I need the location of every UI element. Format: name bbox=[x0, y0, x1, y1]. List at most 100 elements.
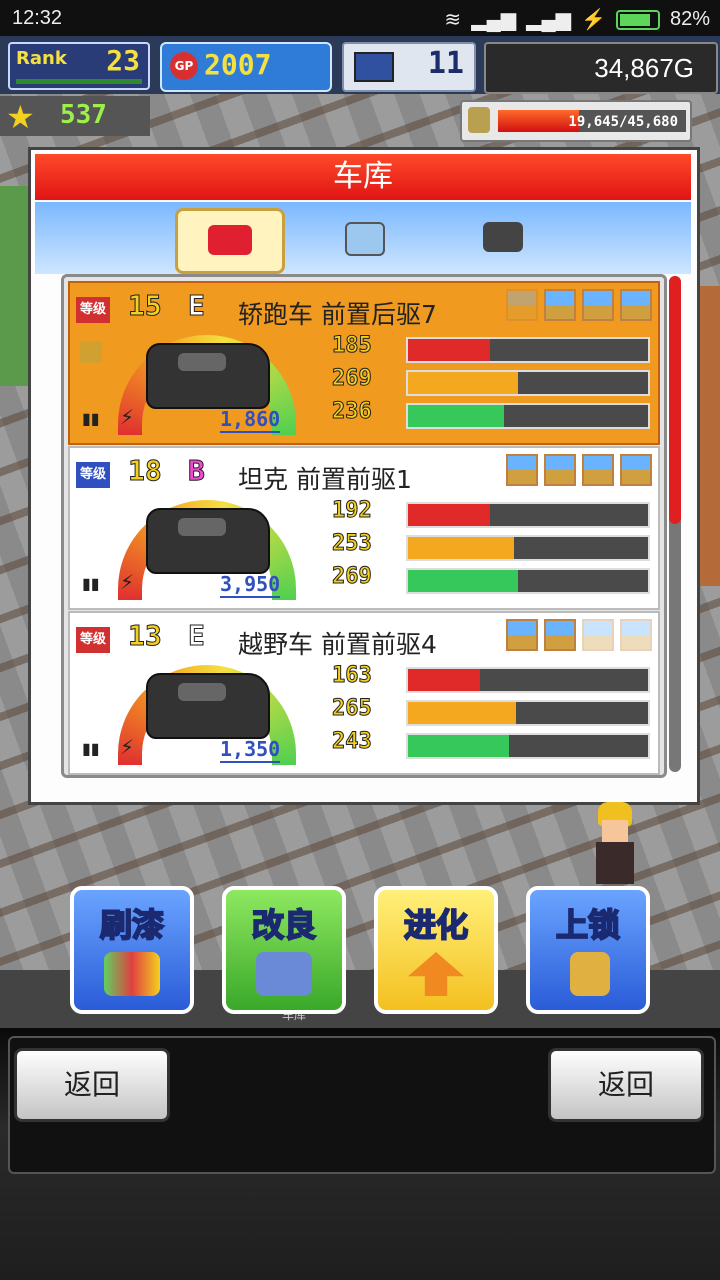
terrain-icons bbox=[506, 619, 652, 651]
car-row[interactable]: 等级 13 E 越野车 前置前驱4 ▮▮ ⚡ 1,350 163 265 243 bbox=[68, 611, 660, 775]
star-icon: ★ bbox=[6, 98, 35, 136]
staff-count: 11 bbox=[427, 46, 464, 81]
paint-button[interactable]: 刷漆 bbox=[70, 886, 194, 1014]
status-bar: 12:32 ≋ ▂▄▆ ▂▄▆ ⚡ 82% bbox=[0, 0, 720, 36]
rank-panel: Rank 23 bbox=[8, 42, 150, 90]
charging-icon: ⚡ bbox=[581, 9, 606, 31]
terrain-icons bbox=[506, 289, 652, 321]
car-name: 越野车 前置前驱4 bbox=[238, 630, 437, 659]
bolt-icon: ⚡ bbox=[120, 570, 135, 594]
bolt-icon: ⚡ bbox=[120, 405, 135, 429]
car-price: 1,350 bbox=[220, 737, 281, 763]
stat-row: 269 bbox=[332, 564, 652, 596]
car-stats: 185 269 236 bbox=[332, 333, 652, 432]
status-icons: ≋ ▂▄▆ ▂▄▆ ⚡ 82% bbox=[444, 7, 710, 32]
terrain-icon bbox=[582, 289, 614, 321]
improve-button[interactable]: 改良 bbox=[222, 886, 346, 1014]
car-level: 13 bbox=[128, 619, 163, 653]
garage-tab-bar bbox=[35, 202, 691, 274]
terrain-icon bbox=[620, 454, 652, 486]
terrain-icon bbox=[582, 454, 614, 486]
stat-value: 163 bbox=[332, 663, 373, 689]
money-value: 34,867G bbox=[594, 53, 694, 83]
terrain-icon bbox=[544, 289, 576, 321]
stat-bar bbox=[406, 337, 650, 363]
battery-icon: ▮▮ bbox=[82, 574, 100, 593]
battery-icon: ▮▮ bbox=[82, 739, 100, 758]
stat-value: 253 bbox=[332, 531, 373, 557]
list-scrollbar[interactable] bbox=[669, 276, 681, 772]
paint-cans-icon bbox=[104, 952, 160, 996]
stat-value: 269 bbox=[332, 366, 373, 392]
gp-panel[interactable]: GP 2007 bbox=[160, 42, 332, 92]
dialog-title: 车库 bbox=[35, 154, 691, 200]
stat-bar bbox=[406, 568, 650, 594]
car-name: 轿跑车 前置后驱7 bbox=[238, 300, 437, 329]
terrain-icon bbox=[620, 619, 652, 651]
stat-value: 265 bbox=[332, 696, 373, 722]
coin-stack-icon bbox=[468, 107, 490, 133]
wifi-icon: ≋ bbox=[444, 9, 462, 31]
level-tag: 等级 bbox=[76, 297, 110, 323]
gp-value: 2007 bbox=[204, 48, 272, 81]
evolve-button[interactable]: 进化 bbox=[374, 886, 498, 1014]
staff-panel[interactable]: 11 bbox=[342, 42, 476, 92]
car-row[interactable]: 等级 15 E 轿跑车 前置后驱7 ▮▮ ⚡ 1,860 185 269 236 bbox=[68, 281, 660, 445]
car-name: 坦克 前置前驱1 bbox=[238, 465, 412, 494]
staff-character[interactable] bbox=[592, 802, 638, 884]
lock-button[interactable]: 上锁 bbox=[526, 886, 650, 1014]
signal-icon: ▂▄▆ bbox=[471, 9, 517, 31]
level-tag: 等级 bbox=[76, 627, 110, 653]
stat-row: 253 bbox=[332, 531, 652, 563]
gp-badge-icon: GP bbox=[170, 52, 198, 80]
paint-label: 刷漆 bbox=[99, 905, 165, 945]
stat-bar bbox=[406, 667, 650, 693]
stars-value: 537 bbox=[60, 100, 107, 130]
terrain-icon bbox=[506, 289, 538, 321]
stat-bar bbox=[406, 733, 650, 759]
battery-icon bbox=[615, 9, 660, 30]
car-level: 18 bbox=[128, 454, 163, 488]
tab-engine[interactable] bbox=[453, 208, 557, 268]
back-button-left[interactable]: 返回 bbox=[14, 1048, 170, 1122]
capacity-panel: 19,645/45,680 bbox=[460, 100, 692, 142]
computer-icon bbox=[354, 52, 394, 82]
money-panel: 34,867G bbox=[484, 42, 718, 94]
car-grade: E bbox=[188, 289, 206, 323]
status-time: 12:32 bbox=[12, 7, 63, 29]
stat-row: 163 bbox=[332, 663, 652, 695]
stat-value: 243 bbox=[332, 729, 373, 755]
stat-value: 192 bbox=[332, 498, 373, 524]
car-row[interactable]: 等级 18 B 坦克 前置前驱1 ▮▮ ⚡ 3,950 192 253 269 bbox=[68, 446, 660, 610]
terrain-icon bbox=[506, 454, 538, 486]
car-sprite bbox=[146, 673, 270, 739]
car-icon bbox=[208, 225, 252, 255]
bolt-icon: ⚡ bbox=[120, 735, 135, 759]
padlock-icon bbox=[570, 952, 610, 996]
lock-icon bbox=[80, 341, 102, 363]
stat-row: 243 bbox=[332, 729, 652, 761]
back-button-right[interactable]: 返回 bbox=[548, 1048, 704, 1122]
stat-bar bbox=[406, 700, 650, 726]
garage-dialog: 车库 等级 15 E 轿跑车 前置后驱7 ▮▮ ⚡ 1,860 185 269 236 等级… bbox=[28, 147, 700, 805]
terrain-icons bbox=[506, 454, 652, 486]
tab-paint[interactable] bbox=[315, 208, 419, 268]
rank-label: Rank bbox=[16, 48, 67, 69]
level-tag: 等级 bbox=[76, 462, 110, 488]
terrain-icon bbox=[544, 454, 576, 486]
signal-icon-2: ▂▄▆ bbox=[526, 9, 572, 31]
stat-bar bbox=[406, 403, 650, 429]
terrain-icon bbox=[582, 619, 614, 651]
evolve-label: 进化 bbox=[403, 905, 469, 945]
stat-value: 236 bbox=[332, 399, 373, 425]
stat-bar bbox=[406, 370, 650, 396]
stat-row: 265 bbox=[332, 696, 652, 728]
terrain-icon bbox=[620, 289, 652, 321]
stat-bar bbox=[406, 535, 650, 561]
stat-row: 269 bbox=[332, 366, 652, 398]
tab-cars[interactable] bbox=[175, 208, 285, 274]
car-price: 1,860 bbox=[220, 407, 281, 433]
car-list[interactable]: 等级 15 E 轿跑车 前置后驱7 ▮▮ ⚡ 1,860 185 269 236 等级 18 B… bbox=[61, 274, 667, 778]
car-grade: B bbox=[188, 454, 206, 488]
car-price: 3,950 bbox=[220, 572, 281, 598]
